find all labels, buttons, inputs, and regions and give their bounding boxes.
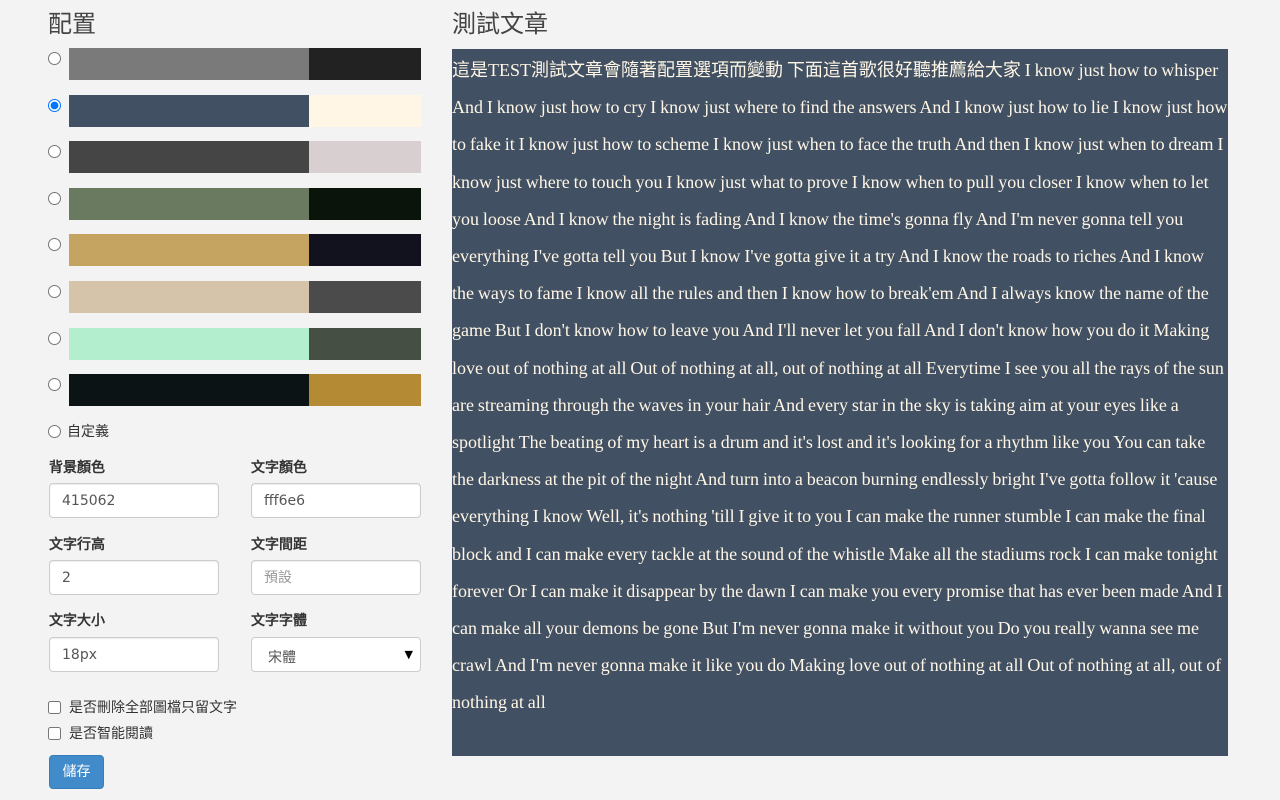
theme-background-swatch <box>69 328 309 360</box>
theme-text-swatch <box>309 234 421 266</box>
smart-read-checkbox[interactable] <box>48 727 61 740</box>
custom-theme-radio[interactable] <box>48 425 61 438</box>
font-size-input[interactable] <box>49 637 219 672</box>
theme-option[interactable] <box>48 48 421 80</box>
theme-radio[interactable] <box>48 238 61 251</box>
theme-text-swatch <box>309 141 421 173</box>
theme-option[interactable] <box>48 328 421 360</box>
bg-color-label: 背景顏色 <box>49 460 105 476</box>
theme-option[interactable] <box>48 374 421 406</box>
theme-text-swatch <box>309 374 421 406</box>
line-height-input[interactable] <box>49 560 219 595</box>
theme-option[interactable] <box>48 95 421 127</box>
theme-text-swatch <box>309 48 421 80</box>
theme-text-swatch <box>309 281 421 313</box>
custom-theme-option[interactable]: 自定義 <box>48 424 109 440</box>
text-color-input[interactable] <box>251 483 421 518</box>
theme-option[interactable] <box>48 188 421 220</box>
theme-radio[interactable] <box>48 145 61 158</box>
theme-radio[interactable] <box>48 332 61 345</box>
theme-background-swatch <box>69 48 309 80</box>
theme-background-swatch <box>69 188 309 220</box>
text-color-label: 文字顏色 <box>251 460 307 476</box>
preview-article: 這是TEST測試文章會隨著配置選項而變動 下面這首歌很好聽推薦給大家 I kno… <box>452 49 1228 756</box>
theme-radio[interactable] <box>48 99 61 112</box>
remove-images-label: 是否刪除全部圖檔只留文字 <box>69 700 237 716</box>
theme-option[interactable] <box>48 141 421 173</box>
bg-color-input[interactable] <box>49 483 219 518</box>
font-family-select[interactable]: 宋體 ▼ <box>251 637 421 672</box>
theme-background-swatch <box>69 374 309 406</box>
letter-spacing-input[interactable] <box>251 560 421 595</box>
letter-spacing-label: 文字間距 <box>251 537 307 553</box>
chevron-down-icon: ▼ <box>404 648 413 661</box>
theme-radio[interactable] <box>48 192 61 205</box>
theme-text-swatch <box>309 188 421 220</box>
theme-radio[interactable] <box>48 378 61 391</box>
smart-read-label: 是否智能閱讀 <box>69 726 153 742</box>
remove-images-checkbox[interactable] <box>48 701 61 714</box>
theme-option[interactable] <box>48 234 421 266</box>
theme-radio[interactable] <box>48 52 61 65</box>
line-height-label: 文字行高 <box>49 537 105 553</box>
theme-background-swatch <box>69 281 309 313</box>
smart-read-option[interactable]: 是否智能閱讀 <box>48 726 153 742</box>
theme-option[interactable] <box>48 281 421 313</box>
theme-background-swatch <box>69 95 309 127</box>
font-family-selected-value: 宋體 <box>268 650 296 666</box>
font-family-label: 文字字體 <box>251 613 307 629</box>
save-button[interactable]: 儲存 <box>49 755 104 789</box>
theme-text-swatch <box>309 95 421 127</box>
preview-text: 這是TEST測試文章會隨著配置選項而變動 下面這首歌很好聽推薦給大家 I kno… <box>452 60 1228 713</box>
theme-text-swatch <box>309 328 421 360</box>
font-size-label: 文字大小 <box>49 613 105 629</box>
settings-title: 配置 <box>48 10 96 38</box>
remove-images-option[interactable]: 是否刪除全部圖檔只留文字 <box>48 700 237 716</box>
custom-theme-label: 自定義 <box>67 424 109 440</box>
theme-radio[interactable] <box>48 285 61 298</box>
theme-background-swatch <box>69 141 309 173</box>
preview-title: 測試文章 <box>452 10 548 38</box>
theme-background-swatch <box>69 234 309 266</box>
